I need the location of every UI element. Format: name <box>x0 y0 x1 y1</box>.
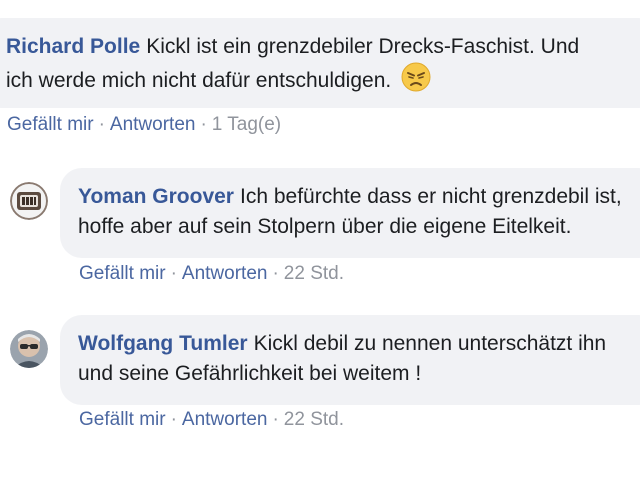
comment-line: hoffe aber auf sein Stolpern über die ei… <box>78 212 640 242</box>
comment-text: Kickl ist ein grenzdebiler Drecks-Faschi… <box>146 35 580 58</box>
comment-author-link[interactable]: Yoman Groover <box>78 185 234 208</box>
separator: · <box>170 263 177 284</box>
like-link[interactable]: Gefällt mir <box>7 114 94 135</box>
comment-line: Wolfgang Tumler Kickl debil zu nennen unt… <box>78 329 640 359</box>
reply-link[interactable]: Antworten <box>182 409 268 430</box>
reply-link[interactable]: Antworten <box>110 114 196 135</box>
comment-timestamp[interactable]: 1 Tag(e) <box>212 114 281 135</box>
comment-text: Ich befürchte dass er nicht grenzdebil i… <box>239 185 622 208</box>
comment-line: Yoman Groover Ich befürchte dass er nicht… <box>78 182 640 212</box>
comment-timestamp[interactable]: 22 Std. <box>284 409 344 430</box>
like-link[interactable]: Gefällt mir <box>79 263 166 284</box>
like-link[interactable]: Gefällt mir <box>79 409 166 430</box>
comment-text: und seine Gefährlichkeit bei weitem ! <box>78 362 422 385</box>
comment-thread: Richard Polle Kickl ist ein grenzdebiler … <box>0 0 640 480</box>
comment-bubble: Richard Polle Kickl ist ein grenzdebiler … <box>0 18 640 108</box>
comment-author-link[interactable]: Richard Polle <box>6 35 140 58</box>
separator: · <box>170 409 177 430</box>
reply-bubble: Wolfgang Tumler Kickl debil zu nennen unt… <box>60 315 640 405</box>
comment-text: hoffe aber auf sein Stolpern über die ei… <box>78 215 572 238</box>
comment-actions: Gefällt mir · Antworten · 22 Std. <box>79 409 344 431</box>
angry-face-emoji-icon <box>401 62 431 101</box>
comment-text: ich werde mich nicht dafür entschuldigen… <box>6 69 392 93</box>
comment-actions: Gefällt mir · Antworten · 22 Std. <box>79 263 344 285</box>
comment-author-link[interactable]: Wolfgang Tumler <box>78 332 248 355</box>
reply-link[interactable]: Antworten <box>182 263 268 284</box>
comment-timestamp[interactable]: 22 Std. <box>284 263 344 284</box>
separator: · <box>272 263 279 284</box>
avatar-icon[interactable] <box>10 182 48 220</box>
reply-bubble: Yoman Groover Ich befürchte dass er nicht… <box>60 168 640 258</box>
comment-line: Richard Polle Kickl ist ein grenzdebiler … <box>6 32 640 62</box>
comment-line: ich werde mich nicht dafür entschuldigen… <box>6 62 640 101</box>
comment-text: Kickl debil zu nennen unterschätzt ihn <box>253 332 607 355</box>
comment-line: und seine Gefährlichkeit bei weitem ! <box>78 359 640 389</box>
separator: · <box>98 114 105 135</box>
avatar-icon[interactable] <box>10 330 48 368</box>
comment-actions: Gefällt mir · Antworten · 1 Tag(e) <box>7 114 281 136</box>
separator: · <box>272 409 279 430</box>
separator: · <box>200 114 207 135</box>
